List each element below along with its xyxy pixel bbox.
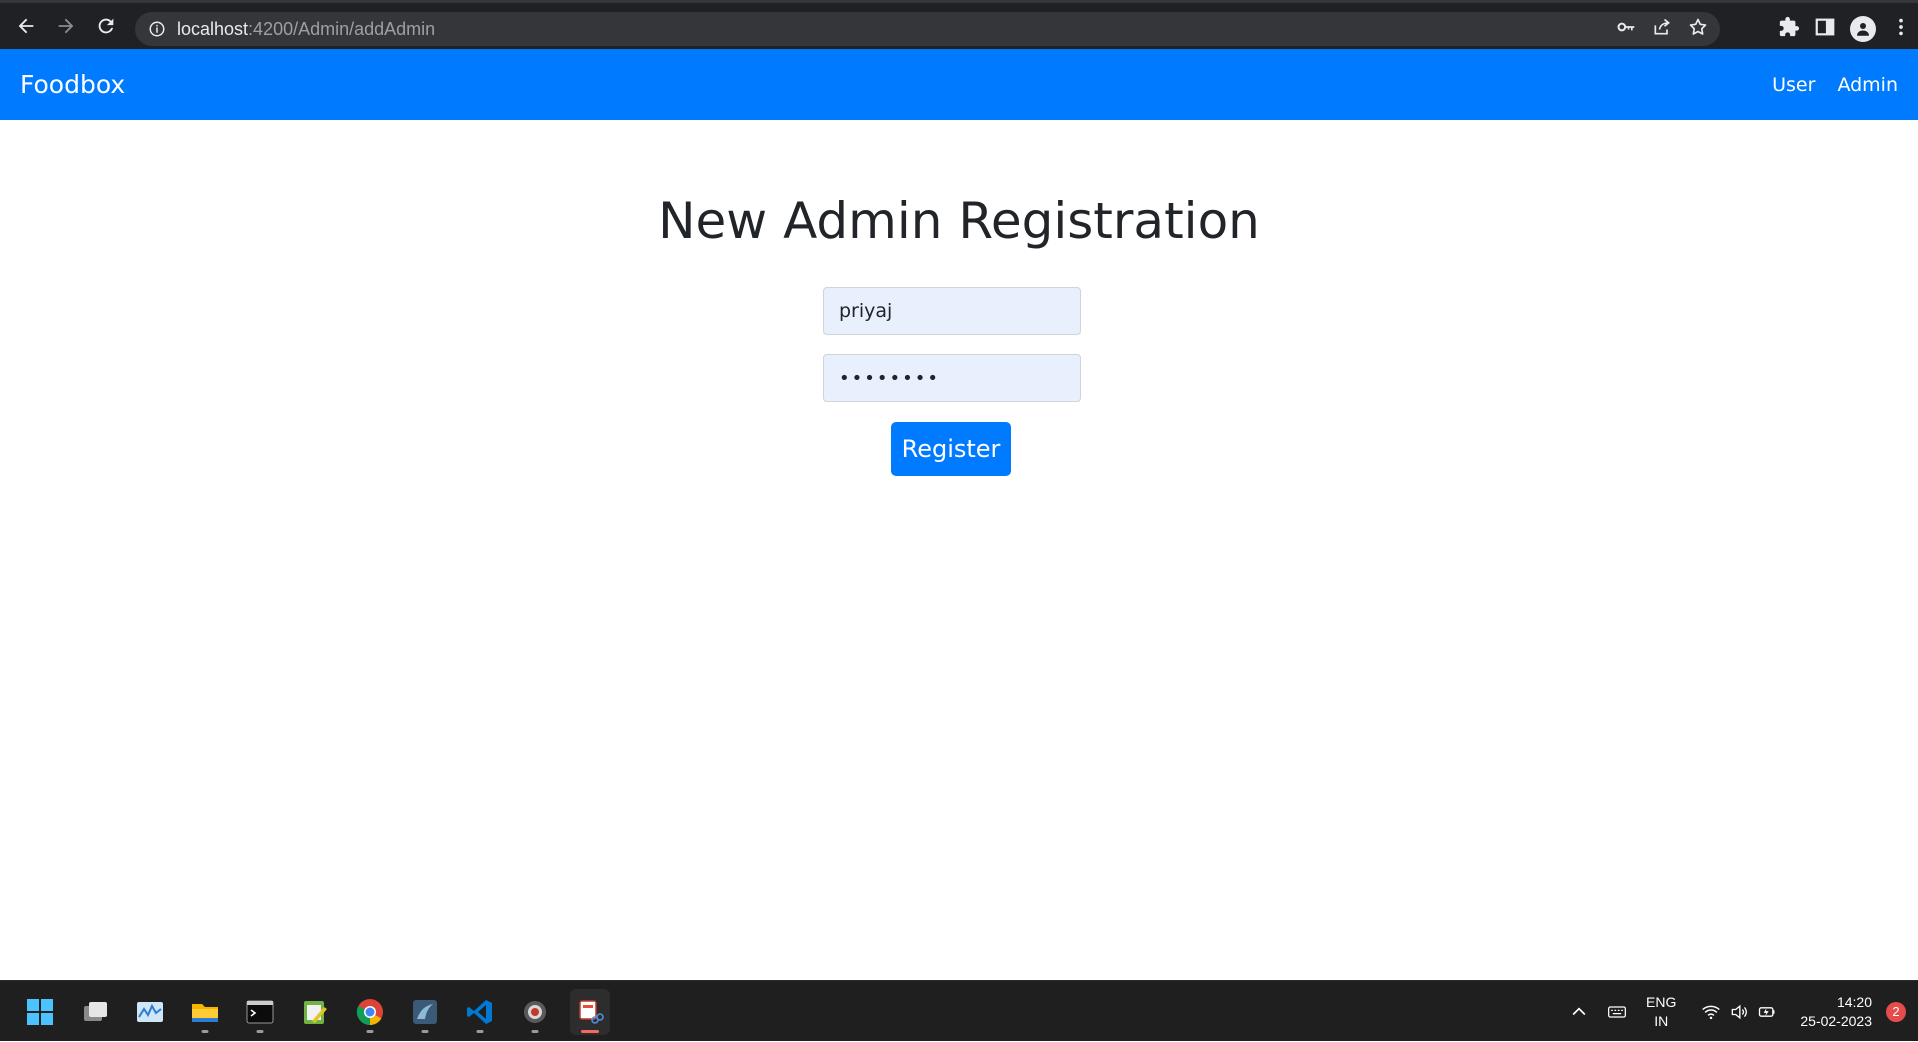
file-explorer-icon[interactable] (185, 989, 225, 1035)
system-tray: ENG IN 14:20 25-02-2023 2 (1568, 981, 1918, 1042)
taskbar-apps (20, 981, 610, 1042)
brand-link[interactable]: Foodbox (20, 70, 125, 99)
address-bar[interactable]: localhost:4200/Admin/addAdmin (135, 12, 1720, 46)
person-icon (1857, 23, 1869, 36)
clock[interactable]: 14:20 25-02-2023 (1800, 993, 1872, 1031)
running-indicator (531, 1029, 539, 1033)
lang-line-2: IN (1654, 1012, 1669, 1029)
register-button[interactable]: Register (891, 422, 1011, 476)
menu-kebab-icon[interactable] (1890, 16, 1912, 43)
running-indicator (366, 1029, 374, 1033)
registration-form: Register (823, 287, 1081, 476)
snipping-tool-icon[interactable] (570, 988, 610, 1035)
battery-charging-icon[interactable] (1756, 1001, 1778, 1023)
language-indicator[interactable]: ENG IN (1646, 993, 1676, 1031)
windows-start-icon[interactable] (20, 989, 60, 1035)
key-icon[interactable] (1616, 17, 1636, 42)
browser-toolbar: localhost:4200/Admin/addAdmin (0, 0, 1918, 49)
chevron-up-icon[interactable] (1568, 1001, 1590, 1023)
site-info-icon[interactable] (147, 19, 167, 39)
arrow-right-icon (58, 18, 74, 34)
main-content: New Admin Registration Register (0, 120, 1918, 980)
chrome-icon[interactable] (350, 989, 390, 1035)
lang-line-1: ENG (1646, 993, 1677, 1010)
running-indicator (201, 1029, 209, 1033)
url-host: localhost (177, 18, 249, 39)
running-indicator (256, 1029, 264, 1033)
running-indicator (476, 1029, 484, 1033)
mysql-workbench-icon[interactable] (405, 989, 445, 1035)
keyboard-icon[interactable] (1606, 1001, 1628, 1023)
nav-links: User Admin (1772, 74, 1898, 96)
arrow-left-icon (18, 18, 34, 34)
password-input[interactable] (823, 354, 1081, 402)
back-button[interactable] (6, 6, 46, 46)
url-path: :4200/Admin/addAdmin (248, 18, 436, 39)
app-navbar: Foodbox User Admin (0, 49, 1918, 120)
reload-button[interactable] (86, 6, 126, 46)
task-view-icon[interactable] (75, 989, 115, 1035)
notification-badge[interactable]: 2 (1886, 1001, 1906, 1022)
clock-date: 25-02-2023 (1800, 1012, 1872, 1029)
username-input[interactable] (823, 287, 1081, 335)
vscode-icon[interactable] (460, 989, 500, 1035)
running-indicator (581, 1029, 599, 1033)
running-indicator (421, 1029, 429, 1033)
performance-monitor-icon[interactable] (130, 989, 170, 1035)
page-title: New Admin Registration (658, 192, 1260, 250)
terminal-icon[interactable] (240, 989, 280, 1035)
reload-icon (98, 18, 114, 34)
wifi-icon[interactable] (1700, 1001, 1722, 1023)
notepad-icon[interactable] (295, 989, 335, 1035)
volume-icon[interactable] (1728, 1001, 1750, 1023)
url-text: localhost:4200/Admin/addAdmin (177, 19, 435, 40)
windows-taskbar: ENG IN 14:20 25-02-2023 2 (0, 980, 1918, 1041)
bookmark-star-icon[interactable] (1688, 17, 1708, 42)
clock-time: 14:20 (1836, 993, 1872, 1010)
nav-link-admin[interactable]: Admin (1837, 74, 1898, 96)
nav-link-user[interactable]: User (1772, 74, 1815, 96)
settings-gear-icon[interactable] (515, 989, 555, 1035)
share-icon[interactable] (1652, 17, 1672, 42)
profile-avatar[interactable] (1850, 16, 1876, 42)
extensions-puzzle-icon[interactable] (1778, 16, 1800, 43)
forward-button[interactable] (46, 6, 86, 46)
side-panel-icon[interactable] (1814, 16, 1836, 43)
